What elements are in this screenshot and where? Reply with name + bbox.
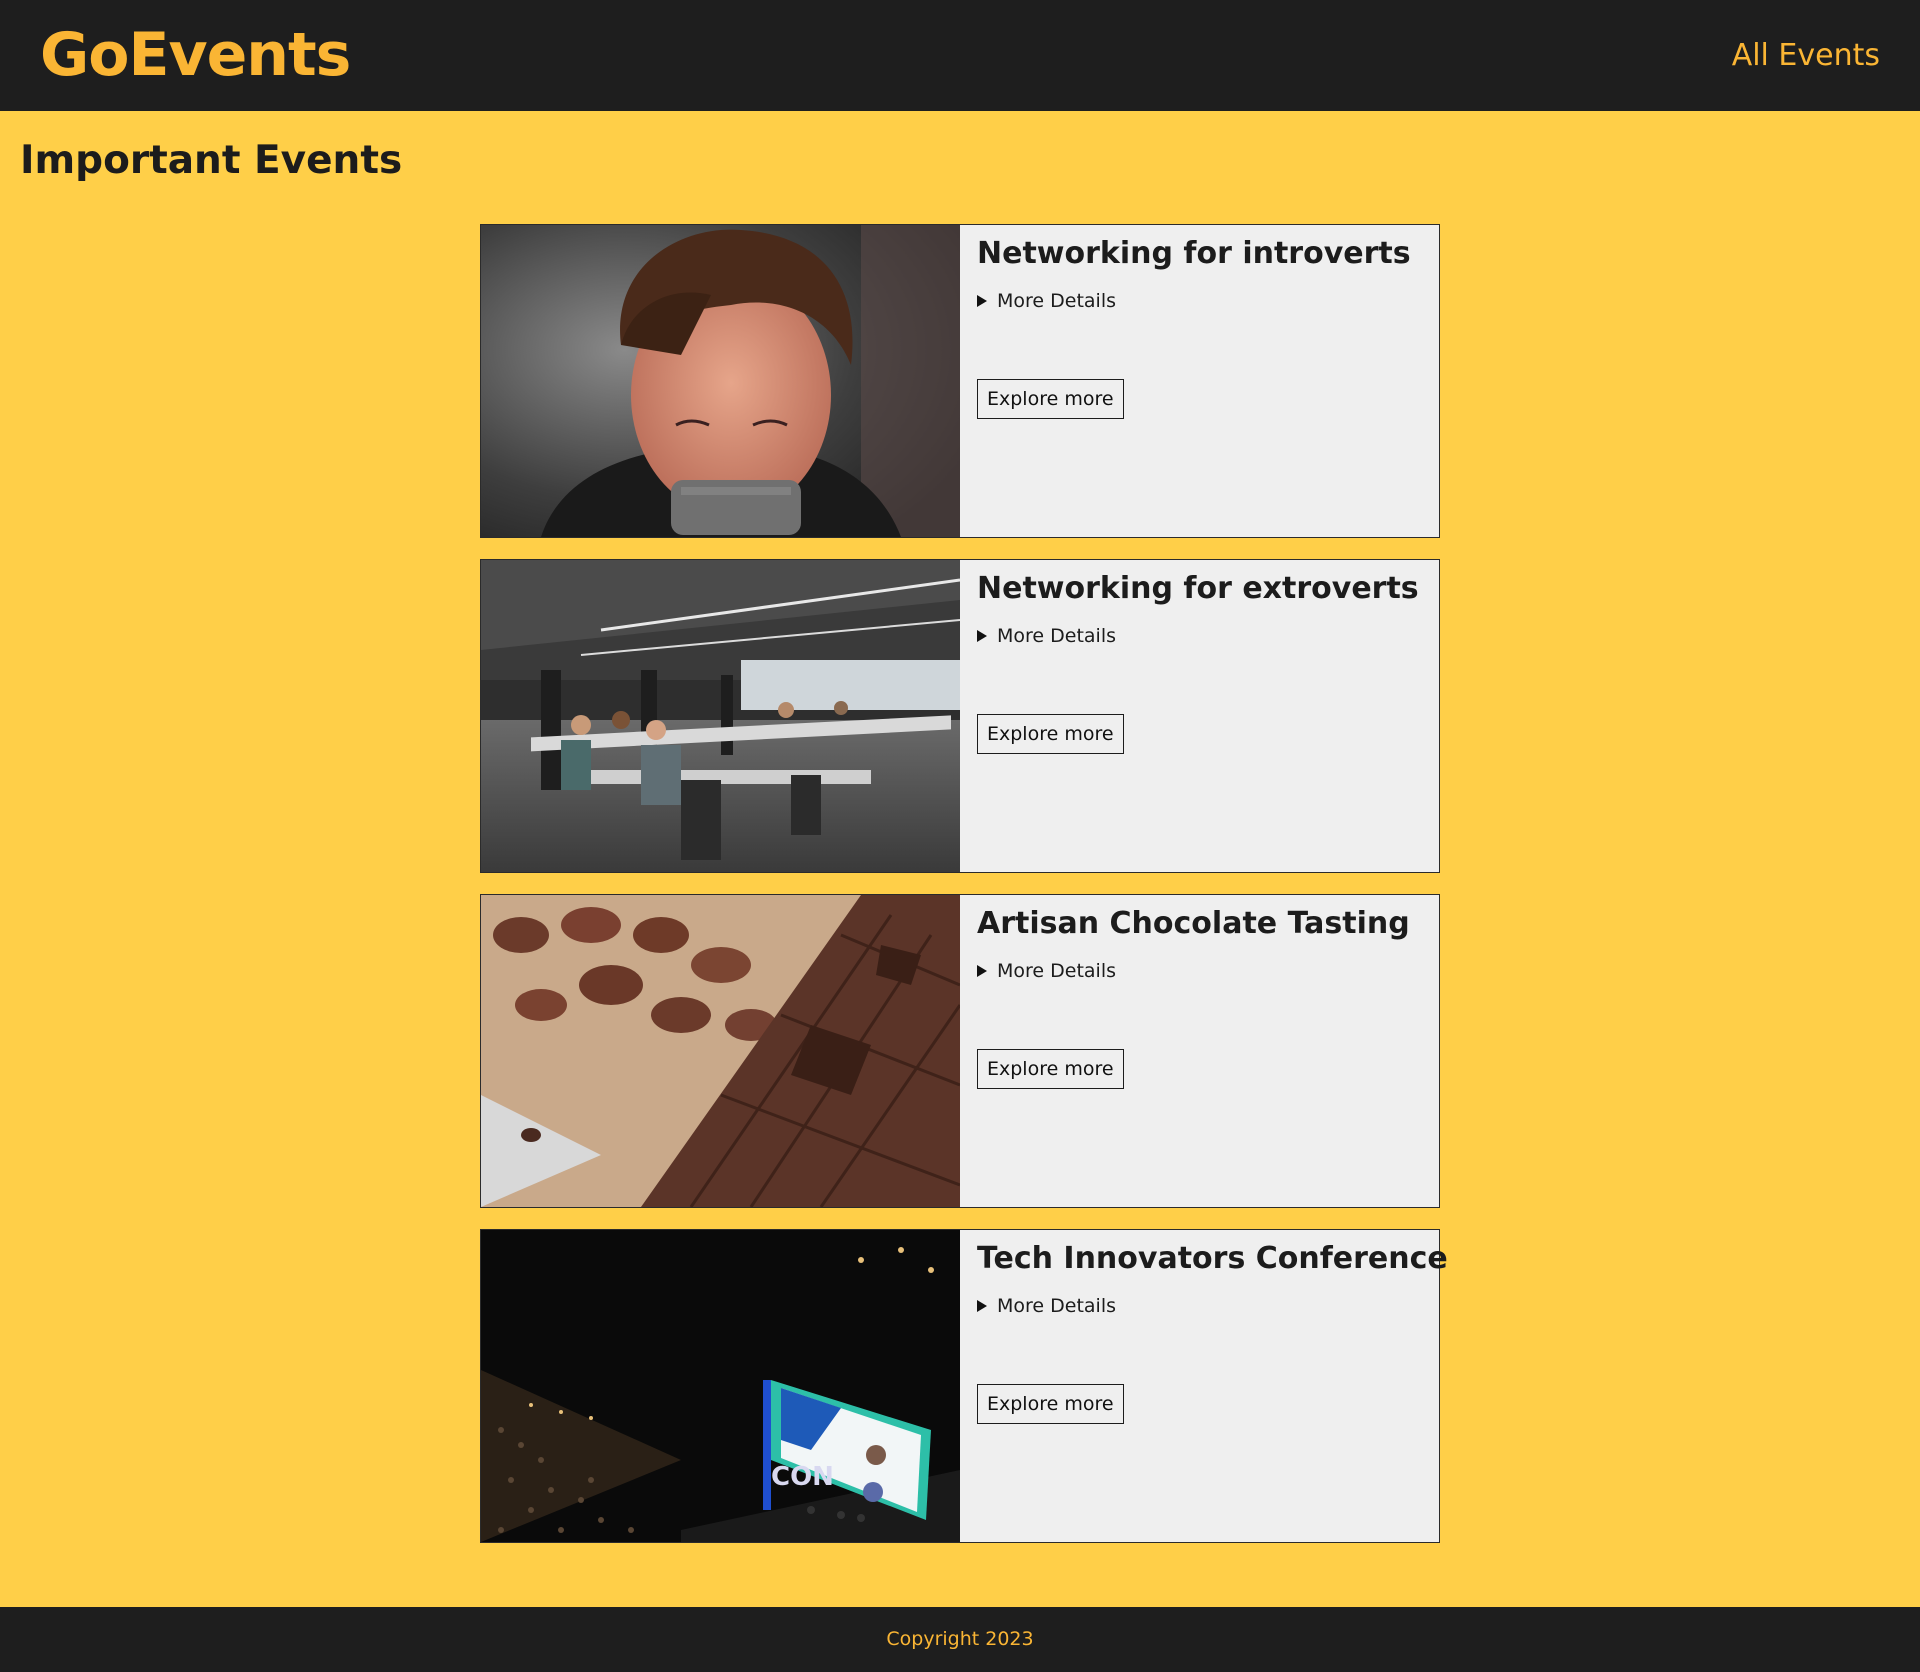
event-card-body: Networking for introverts More Details: [977, 233, 1429, 313]
event-title: Tech Innovators Conference: [977, 1241, 1448, 1276]
svg-text:CON: CON: [771, 1462, 834, 1492]
more-details-label: More Details: [997, 960, 1117, 982]
event-card: Networking for introverts More Details E…: [480, 224, 1440, 538]
explore-more-button[interactable]: Explore more: [977, 379, 1124, 419]
event-title: Networking for introverts: [977, 236, 1411, 271]
event-image: CON: [481, 1230, 960, 1542]
events-list: Networking for introverts More Details E…: [480, 224, 1448, 1564]
disclosure-triangle-icon: [977, 295, 987, 307]
event-title: Artisan Chocolate Tasting: [977, 906, 1410, 941]
explore-more-button[interactable]: Explore more: [977, 1049, 1124, 1089]
copyright-text: Copyright 2023: [886, 1628, 1034, 1650]
more-details-toggle[interactable]: More Details: [977, 959, 1429, 983]
event-card-body: Networking for extroverts More Details: [977, 568, 1429, 648]
explore-more-button[interactable]: Explore more: [977, 714, 1124, 754]
nav-link-all-events[interactable]: All Events: [1732, 38, 1880, 74]
event-card: Networking for extroverts More Details E…: [480, 559, 1440, 873]
page-footer: Copyright 2023: [0, 1607, 1920, 1672]
more-details-toggle[interactable]: More Details: [977, 624, 1429, 648]
more-details-label: More Details: [997, 625, 1117, 647]
more-details-label: More Details: [997, 290, 1117, 312]
site-logo[interactable]: GoEvents: [40, 22, 351, 88]
disclosure-triangle-icon: [977, 965, 987, 977]
event-card: CON Tech Innovators Conference More Deta…: [480, 1229, 1448, 1543]
event-card-body: Tech Innovators Conference More Details: [977, 1238, 1448, 1318]
event-image: [481, 560, 960, 872]
event-card-body: Artisan Chocolate Tasting More Details: [977, 903, 1429, 983]
page-title: Important Events: [20, 138, 403, 183]
top-navigation-bar: GoEvents All Events: [0, 0, 1920, 111]
event-card: Artisan Chocolate Tasting More Details E…: [480, 894, 1440, 1208]
explore-more-button[interactable]: Explore more: [977, 1384, 1124, 1424]
disclosure-triangle-icon: [977, 1300, 987, 1312]
event-image: [481, 895, 960, 1207]
more-details-label: More Details: [997, 1295, 1117, 1317]
disclosure-triangle-icon: [977, 630, 987, 642]
more-details-toggle[interactable]: More Details: [977, 1294, 1429, 1318]
more-details-toggle[interactable]: More Details: [977, 289, 1429, 313]
event-title: Networking for extroverts: [977, 571, 1419, 606]
event-image: [481, 225, 960, 537]
